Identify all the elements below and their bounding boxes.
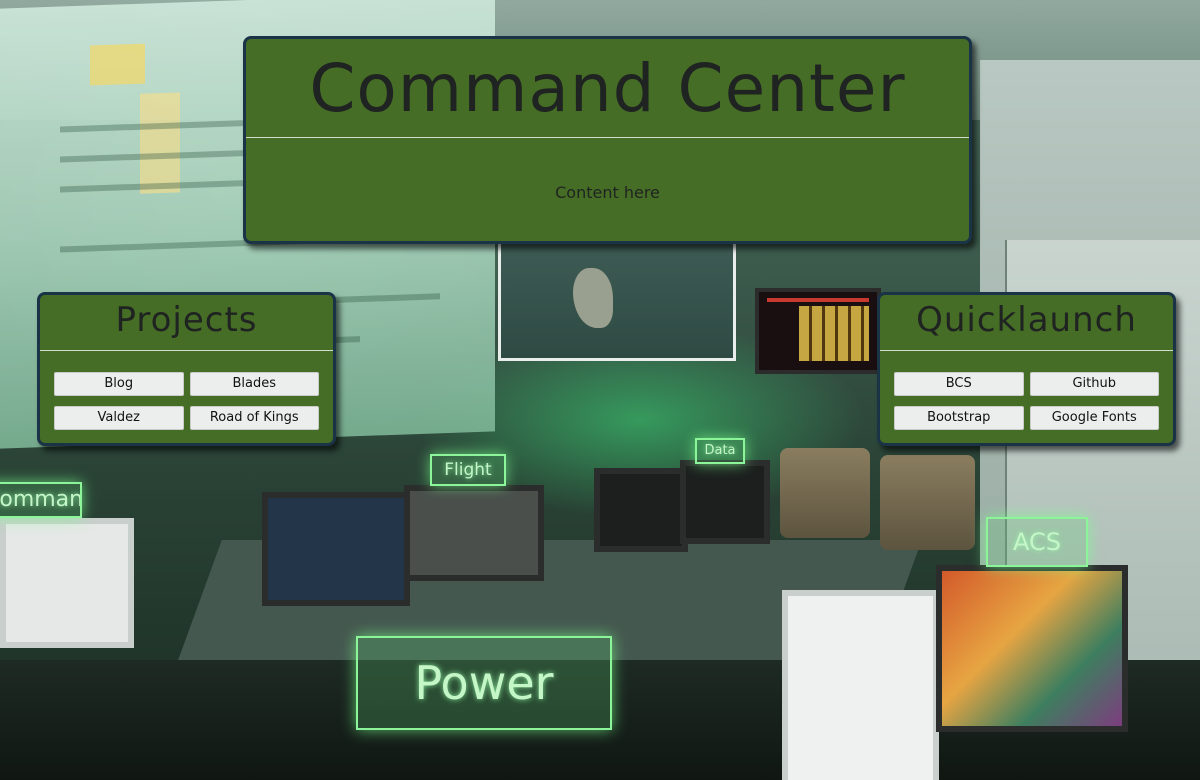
projection-highlight-column xyxy=(140,92,180,194)
monitor-black xyxy=(680,460,770,544)
quicklaunch-links: BCS Github Bootstrap Google Fonts xyxy=(894,372,1159,430)
chair xyxy=(880,455,975,550)
quicklaunch-link-github[interactable]: Github xyxy=(1029,372,1159,396)
sign-acs: ACS xyxy=(986,517,1088,567)
status-monitor xyxy=(755,288,881,374)
project-link-valdez[interactable]: Valdez xyxy=(54,406,184,430)
quicklaunch-panel: Quicklaunch BCS Github Bootstrap Google … xyxy=(877,292,1176,446)
quicklaunch-link-bcs[interactable]: BCS xyxy=(894,372,1024,396)
header-content-text: Content here xyxy=(555,183,660,202)
status-bar xyxy=(767,298,869,302)
monitor-document xyxy=(782,590,939,780)
monitor-data xyxy=(404,485,544,581)
monitor-left xyxy=(0,518,134,648)
project-link-road-of-kings[interactable]: Road of Kings xyxy=(189,406,319,430)
chair xyxy=(780,448,870,538)
quicklaunch-title: Quicklaunch xyxy=(916,300,1137,340)
quicklaunch-divider xyxy=(880,350,1173,351)
quicklaunch-link-google-fonts[interactable]: Google Fonts xyxy=(1029,406,1159,430)
sign-data: Data xyxy=(695,438,745,464)
quicklaunch-link-bootstrap[interactable]: Bootstrap xyxy=(894,406,1024,430)
projects-title: Projects xyxy=(115,300,258,340)
project-link-blog[interactable]: Blog xyxy=(54,372,184,396)
monitor-wallpaper xyxy=(936,565,1128,732)
page-title: Command Center xyxy=(309,50,906,127)
sign-command: Command xyxy=(0,482,82,518)
projects-links: Blog Blades Valdez Road of Kings xyxy=(54,372,319,430)
projects-divider xyxy=(40,350,333,351)
header-divider xyxy=(246,137,969,138)
sign-flight: Flight xyxy=(430,454,506,486)
world-map-display xyxy=(498,235,736,361)
status-grid xyxy=(799,306,869,361)
monitor-cluster-mission xyxy=(262,492,410,606)
projects-panel: Projects Blog Blades Valdez Road of King… xyxy=(37,292,336,446)
header-panel: Command Center Content here xyxy=(243,36,972,244)
project-link-blades[interactable]: Blades xyxy=(189,372,319,396)
monitor-black xyxy=(594,468,688,552)
sign-power: Power xyxy=(356,636,612,730)
projection-highlight xyxy=(90,43,145,86)
map-landmass xyxy=(573,268,613,328)
